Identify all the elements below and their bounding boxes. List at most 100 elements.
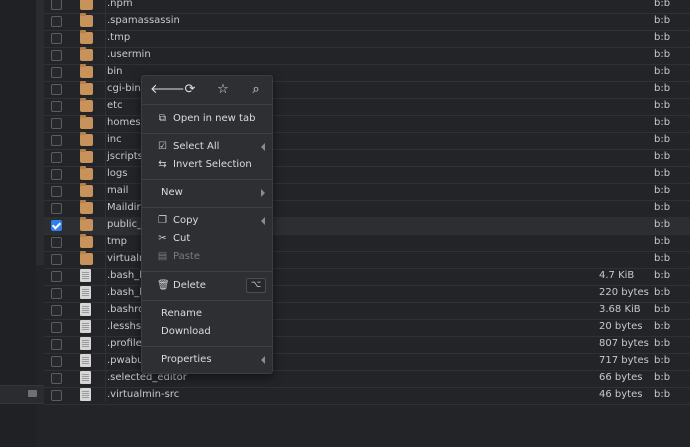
folder-icon [80, 166, 93, 180]
file-name[interactable]: .usermin [107, 49, 151, 60]
file-name[interactable]: .virtualmin-src [107, 389, 179, 400]
row-checkbox[interactable] [51, 203, 62, 214]
file-size: 4.7 KiB [599, 270, 635, 281]
file-name[interactable]: cgi-bin [107, 83, 141, 94]
table-row[interactable]: .npm b:b [44, 0, 690, 14]
file-icon [80, 354, 91, 367]
menu-item-select-all[interactable]: ☑ Select All [142, 138, 272, 156]
menu-item-invert-selection[interactable]: ⇆ Invert Selection [142, 156, 272, 174]
table-row[interactable]: .virtualmin-src 46 bytes b:b [44, 387, 690, 405]
search-icon[interactable]: ⌕ [248, 82, 264, 98]
row-checkbox[interactable] [51, 339, 62, 350]
file-name[interactable]: homes [107, 117, 141, 128]
file-name[interactable]: inc [107, 134, 122, 145]
file-name[interactable]: bin [107, 66, 122, 77]
file-name[interactable]: .tmp [107, 32, 130, 43]
file-name[interactable]: .bash_h [107, 270, 146, 281]
menu-item-rename[interactable]: Rename [142, 305, 272, 323]
file-name[interactable]: etc [107, 100, 123, 111]
row-checkbox[interactable] [51, 356, 62, 367]
row-checkbox[interactable] [51, 271, 62, 282]
menu-item-delete[interactable]: 🗑 Delete ⌥ [142, 277, 272, 295]
folder-icon [80, 132, 93, 146]
file-name[interactable]: logs [107, 168, 127, 179]
folder-icon [80, 98, 93, 112]
row-checkbox[interactable] [51, 84, 62, 95]
row-checkbox[interactable] [51, 322, 62, 333]
menu-separator [142, 271, 272, 272]
row-checkbox[interactable] [51, 186, 62, 197]
file-owner: b:b [654, 32, 671, 43]
file-name[interactable]: Maildir [107, 202, 141, 213]
new-tab-icon: ⧉ [158, 113, 167, 124]
invert-icon: ⇆ [158, 159, 167, 170]
row-checkbox[interactable] [51, 169, 62, 180]
keyboard-shortcut-badge: ⌥ [246, 278, 266, 293]
scissors-icon: ✂ [158, 233, 167, 244]
left-panel-scrollbar[interactable] [36, 0, 44, 265]
row-checkbox[interactable] [51, 288, 62, 299]
row-checkbox[interactable] [51, 101, 62, 112]
menu-item-label: Download [161, 326, 211, 337]
row-checkbox[interactable] [51, 152, 62, 163]
row-checkbox[interactable] [51, 237, 62, 248]
row-checkbox[interactable] [51, 50, 62, 61]
table-row[interactable]: .tmp b:b [44, 30, 690, 48]
menu-item-new[interactable]: New [142, 184, 272, 202]
submenu-arrow-icon [261, 143, 265, 151]
row-checkbox[interactable] [51, 390, 62, 401]
file-name[interactable]: .npm [107, 0, 133, 9]
menu-item-cut[interactable]: ✂ Cut [142, 230, 272, 248]
file-name[interactable]: .bashrc [107, 304, 144, 315]
menu-separator [142, 346, 272, 347]
row-checkbox[interactable] [51, 67, 62, 78]
refresh-icon[interactable]: ⟳ [182, 82, 198, 98]
menu-item-paste[interactable]: ▤ Paste [142, 248, 272, 266]
row-checkbox[interactable] [51, 16, 62, 27]
file-name[interactable]: tmp [107, 236, 127, 247]
menu-item-label: New [161, 187, 183, 198]
row-checkbox[interactable] [51, 135, 62, 146]
menu-item-label: Delete [173, 280, 206, 291]
file-name[interactable]: .spamassassin [107, 15, 180, 26]
file-owner: b:b [654, 49, 671, 60]
folder-icon [80, 234, 93, 248]
row-checkbox[interactable] [51, 118, 62, 129]
file-size: 220 bytes [599, 287, 649, 298]
menu-item-download[interactable]: Download [142, 323, 272, 341]
file-owner: b:b [654, 287, 671, 298]
file-name[interactable]: .lesshst [107, 321, 145, 332]
row-checkbox[interactable] [51, 0, 62, 10]
row-checkbox[interactable] [51, 373, 62, 384]
row-checkbox[interactable] [51, 254, 62, 265]
file-name[interactable]: mail [107, 185, 128, 196]
file-icon [80, 303, 91, 316]
menu-item-label: Invert Selection [173, 159, 252, 170]
folder-icon [80, 81, 93, 95]
menu-item-properties[interactable]: Properties [142, 351, 272, 369]
file-owner: b:b [654, 219, 671, 230]
file-owner: b:b [654, 372, 671, 383]
menu-item-open-new-tab[interactable]: ⧉ Open in new tab [142, 110, 272, 128]
file-owner: b:b [654, 236, 671, 247]
folder-icon [80, 30, 93, 44]
menu-item-copy[interactable]: ❐ Copy [142, 212, 272, 230]
file-name[interactable]: jscripts [107, 151, 143, 162]
star-icon[interactable]: ☆ [215, 82, 231, 98]
table-row[interactable]: .usermin b:b [44, 47, 690, 65]
back-arrow-icon[interactable]: 🡐 [150, 82, 185, 98]
file-owner: b:b [654, 117, 671, 128]
folder-icon [80, 64, 93, 78]
table-row[interactable]: .spamassassin b:b [44, 13, 690, 31]
menu-item-label: Paste [173, 251, 200, 262]
menu-separator [142, 300, 272, 301]
file-owner: b:b [654, 304, 671, 315]
submenu-arrow-icon [261, 217, 265, 225]
row-checkbox[interactable] [51, 33, 62, 44]
file-name[interactable]: .profile [107, 338, 142, 349]
menu-item-label: Open in new tab [173, 113, 256, 124]
row-checkbox[interactable] [51, 305, 62, 316]
tree-item[interactable] [0, 385, 44, 404]
row-checkbox[interactable] [51, 220, 62, 231]
context-menu: 🡐 ⟳ ☆ ⌕ ⧉ Open in new tab ☑ Select All ⇆… [141, 75, 273, 374]
